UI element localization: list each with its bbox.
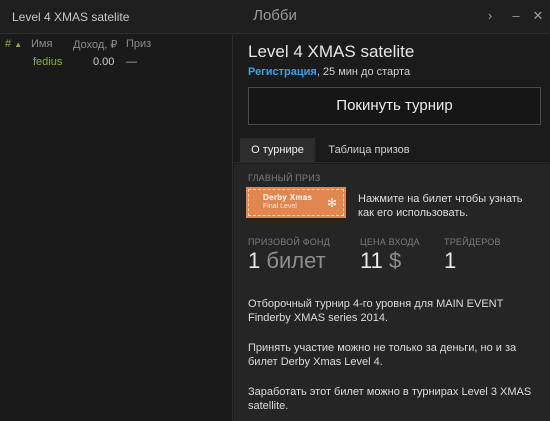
window-title: Level 4 XMAS satelite <box>12 10 130 24</box>
snowflake-icon: ✻ <box>326 196 337 210</box>
ticket-hint: Нажмите на билет чтобы узнать как его ис… <box>358 193 523 219</box>
title-bar: Level 4 XMAS satelite Лобби › – ✕ <box>0 0 550 34</box>
rank-header[interactable]: # <box>5 38 11 50</box>
table-row[interactable]: fedius 0.00 — <box>0 53 232 71</box>
tournament-status: Регистрация, 25 мин до старта <box>248 66 410 78</box>
traders-label: ТРЕЙДЕРОВ <box>444 237 501 247</box>
traders-value: 1 <box>444 248 456 274</box>
description-paragraph: Отборочный турнир 4-го уровня для MAIN E… <box>248 298 504 324</box>
about-content: ГЛАВНЫЙ ПРИЗ Derby Xmas Final Level ✻ На… <box>234 164 550 421</box>
prize-ticket[interactable]: Derby Xmas Final Level ✻ <box>246 187 346 218</box>
ticket-title: Derby Xmas <box>263 193 313 202</box>
tab-about[interactable]: О турнире <box>240 138 315 163</box>
start-countdown: , 25 мин до старта <box>316 66 411 78</box>
entry-price-unit: $ <box>388 248 402 273</box>
sort-asc-icon: ▲ <box>14 40 23 49</box>
tournament-panel: Level 4 XMAS satelite Регистрация, 25 ми… <box>234 35 550 421</box>
description-paragraph: Заработать этот билет можно в турнирах L… <box>248 386 532 412</box>
prize-pool-number: 1 <box>248 248 261 273</box>
player-name: fedius <box>33 56 63 68</box>
main-prize-label: ГЛАВНЫЙ ПРИЗ <box>248 173 321 183</box>
player-income: 0.00 <box>93 56 115 68</box>
players-panel: # ▲ Имя Доход, ₽ Приз fedius 0.00 — <box>0 35 233 421</box>
description-paragraph: Принять участие можно не только за деньг… <box>248 342 517 368</box>
prize-pool-value: 1 билет <box>248 248 326 274</box>
entry-price-label: ЦЕНА ВХОДА <box>360 237 420 247</box>
tab-prizes[interactable]: Таблица призов <box>317 138 421 163</box>
prize-pool-unit: билет <box>266 248 326 273</box>
sort-rank-column[interactable]: # ▲ <box>5 38 22 50</box>
leave-tournament-button[interactable]: Покинуть турнир <box>248 87 541 125</box>
tournament-title: Level 4 XMAS satelite <box>248 42 415 61</box>
close-icon[interactable]: ✕ <box>528 6 548 26</box>
prize-pool-label: ПРИЗОВОЙ ФОНД <box>248 237 330 247</box>
entry-price-value: 11 $ <box>360 248 401 274</box>
prize-header[interactable]: Приз <box>126 38 151 50</box>
traders-number: 1 <box>444 248 457 273</box>
name-header[interactable]: Имя <box>31 38 52 50</box>
players-table-header: # ▲ Имя Доход, ₽ Приз <box>0 35 232 53</box>
tournament-tabs: О турнире Таблица призов <box>234 138 550 163</box>
minimize-icon[interactable]: – <box>506 6 526 26</box>
income-header[interactable]: Доход, ₽ <box>73 38 117 51</box>
player-prize: — <box>126 56 137 68</box>
registration-status: Регистрация <box>248 66 317 78</box>
chevron-right-icon[interactable]: › <box>480 6 500 26</box>
ticket-subtitle: Final Level <box>263 203 297 210</box>
entry-price-number: 11 <box>360 248 383 273</box>
